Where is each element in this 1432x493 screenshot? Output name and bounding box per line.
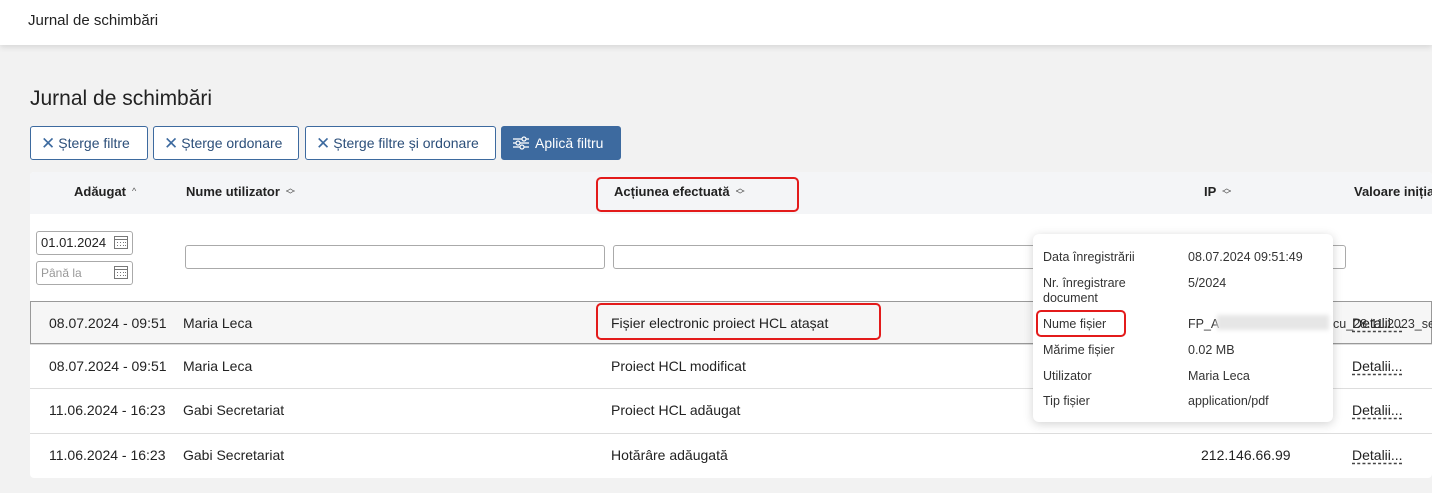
row-date: 11.06.2024 - 16:23 [49,402,166,418]
tooltip-value: 0.02 MB [1188,343,1235,357]
page-title: Jurnal de schimbări [30,87,213,110]
tooltip-label: Nr. înregistrare document [1043,276,1126,305]
highlight-filename-label [1036,310,1126,337]
top-bar: Jurnal de schimbări [0,0,1432,45]
tooltip-value: Maria Leca [1188,369,1250,383]
clear-sort-button[interactable]: ✕ Șterge ordonare [153,126,299,160]
table-row[interactable]: 11.06.2024 - 16:23 Gabi Secretariat Hotă… [30,433,1432,477]
column-header-user[interactable]: Nume utilizator ︿ ﹀ [186,182,295,200]
date-to-field[interactable]: Până la [36,261,133,285]
column-header-ip[interactable]: IP ︿ ﹀ [1204,182,1232,200]
clear-filters-and-sort-button[interactable]: ✕ Șterge filtre și ordonare [305,126,496,160]
tooltip-label: Mărime fișier [1043,343,1115,357]
row-user: Gabi Secretariat [183,402,285,418]
sort-icon: ︿ ﹀ [1222,182,1232,200]
row-user: Gabi Secretariat [183,447,285,463]
close-icon: ✕ [41,133,56,153]
row-user: Maria Leca [183,358,253,374]
topbar-title: Jurnal de schimbări [28,12,159,29]
redacted-filename [1217,315,1329,330]
filename-overflow: cu_28.11.2023_ser [1333,317,1432,331]
clear-filters-button[interactable]: ✕ Șterge filtre [30,126,148,160]
calendar-icon[interactable] [114,236,128,249]
tooltip-value: 08.07.2024 09:51:49 [1188,250,1303,264]
row-user: Maria Leca [183,315,253,331]
clear-sort-label: Șterge ordonare [181,135,283,151]
row-ip: 212.146.66.99 [1201,447,1291,463]
tooltip-value: application/pdf [1188,394,1269,408]
column-header-added[interactable]: Adăugat ^ [74,184,136,199]
close-icon: ✕ [164,133,179,153]
row-date: 08.07.2024 - 09:51 [49,315,167,331]
calendar-icon[interactable] [114,266,128,279]
clear-filters-label: Șterge filtre [58,135,130,151]
date-from-field[interactable]: 01.01.2024 [36,231,133,255]
tooltip-label: Data înregistrării [1043,250,1135,264]
sort-asc-icon: ^ [132,186,137,196]
date-from-value: 01.01.2024 [41,235,107,250]
tooltip-label: Tip fișier [1043,394,1090,408]
row-date: 11.06.2024 - 16:23 [49,447,166,463]
highlight-action-cell [596,303,881,340]
row-details-link[interactable]: Detalii... [1352,402,1403,418]
apply-filter-button[interactable]: Aplică filtru [501,126,621,160]
row-action: Proiect HCL adăugat [611,402,741,418]
highlight-action-header [596,177,799,212]
column-header-initial-value[interactable]: Valoare inițial [1354,184,1432,199]
sliders-icon [513,136,529,150]
date-to-placeholder: Până la [41,266,82,280]
column-label-ip: IP [1204,184,1217,199]
close-icon: ✕ [316,133,331,153]
column-label-initial-value: Valoare inițial [1354,184,1432,199]
sort-icon: ︿ ﹀ [285,182,295,200]
tooltip-label: Utilizator [1043,369,1092,383]
clear-both-label: Șterge filtre și ordonare [333,135,479,151]
user-filter-input[interactable] [185,245,605,269]
apply-filter-label: Aplică filtru [535,135,604,151]
column-label-user: Nume utilizator [186,184,280,199]
column-label-added: Adăugat [74,184,126,199]
row-action: Proiect HCL modificat [611,358,746,374]
row-action: Hotărâre adăugată [611,447,728,463]
row-details-link[interactable]: Detalii... [1352,358,1403,374]
tooltip-value: 5/2024 [1188,276,1227,290]
row-details-link[interactable]: Detalii... [1352,447,1403,463]
row-date: 08.07.2024 - 09:51 [49,358,167,374]
